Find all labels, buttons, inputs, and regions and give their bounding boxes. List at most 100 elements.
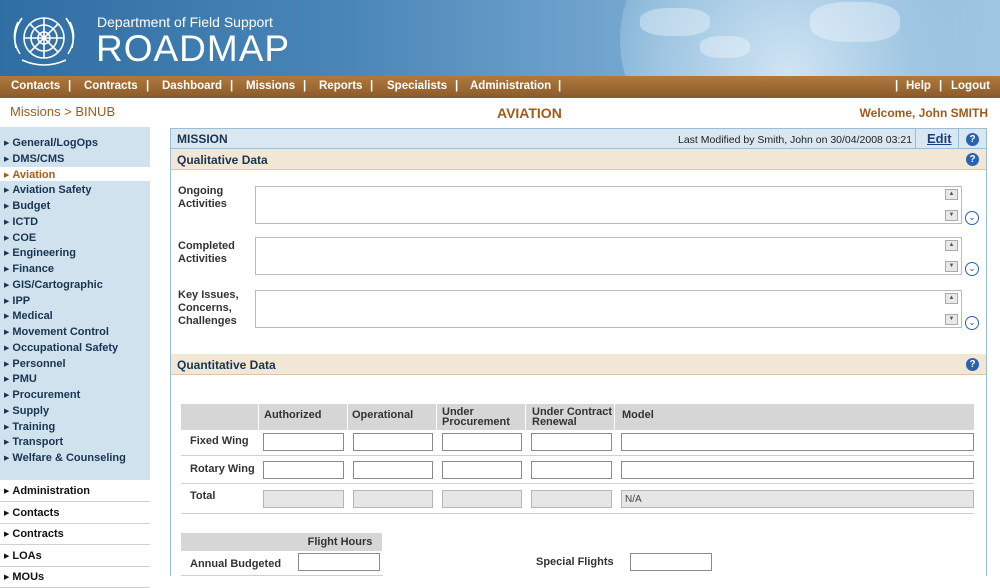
nav-help[interactable]: Help [906,80,931,92]
textarea-scrollbar[interactable]: ▲ ▼ [945,189,958,221]
total-operational-field [353,490,433,508]
row-label-total: Total [190,490,216,502]
sidebar-item-label: Aviation [12,168,56,181]
triangle-right-icon: ▶ [4,171,10,179]
sidebar-link-label: Contracts [12,528,64,540]
help-icon[interactable]: ? [966,133,979,146]
sidebar-item-welfare-counseling[interactable]: ▶ Welfare & Counseling [4,452,126,464]
sidebar-item-finance[interactable]: ▶ Finance [4,263,54,275]
row-label-rotary-wing: Rotary Wing [190,463,255,475]
nav-administration[interactable]: Administration [470,80,551,92]
mission-header: MISSION Last Modified by Smith, John on … [171,129,986,149]
ongoing-activities-label: Ongoing Activities [178,185,227,210]
flight-hours-header-blank [181,533,298,551]
expand-icon[interactable]: ⌄ [965,316,979,330]
row-label-fixed-wing: Fixed Wing [190,435,249,447]
sidebar-item-general-logops[interactable]: ▶ General/LogOps [4,137,98,149]
sidebar-divider [0,501,150,502]
sidebar-divider [0,522,150,524]
sidebar-divider [0,544,150,545]
sidebar-item-personnel[interactable]: ▶ Personnel [4,358,66,370]
mission-label: MISSION [177,132,228,146]
sidebar-item-label: Supply [12,404,50,417]
fixed-wing-authorized-input[interactable] [263,433,344,451]
sidebar-item-occupational-safety[interactable]: ▶ Occupational Safety [4,342,118,354]
map-shape [700,36,750,58]
completed-activities-field[interactable]: ▲ ▼ [255,237,962,275]
total-authorized-field [263,490,344,508]
sidebar-item-dms-cms[interactable]: ▶ DMS/CMS [4,153,64,165]
help-icon[interactable]: ? [966,153,979,166]
sidebar-item-movement-control[interactable]: ▶ Movement Control [4,326,109,338]
textarea-scrollbar[interactable]: ▲ ▼ [945,240,958,272]
breadcrumb[interactable]: Missions > BINUB [10,104,115,119]
sidebar-item-engineering[interactable]: ▶ Engineering [4,247,76,259]
sidebar-item-aviation[interactable]: ▶ Aviation [4,169,55,181]
triangle-right-icon: ▶ [4,155,10,163]
expand-icon[interactable]: ⌄ [965,211,979,225]
annual-budgeted-input[interactable] [298,553,380,571]
col-label-model: Model [622,409,654,421]
sidebar-item-supply[interactable]: ▶ Supply [4,405,49,417]
main-panel: MISSION Last Modified by Smith, John on … [170,128,987,576]
fixed-wing-renewal-input[interactable] [531,433,612,451]
sidebar-item-pmu[interactable]: ▶ PMU [4,373,37,385]
sidebar-item-training[interactable]: ▶ Training [4,421,55,433]
rotary-wing-authorized-input[interactable] [263,461,344,479]
sidebar-item-transport[interactable]: ▶ Transport [4,436,63,448]
triangle-right-icon: ▶ [4,574,10,581]
sidebar-item-label: IPP [12,294,31,307]
sidebar-item-label: COE [12,231,37,244]
un-emblem-icon [13,17,75,66]
sidebar-item-label: Training [12,420,56,433]
sidebar-item-budget[interactable]: ▶ Budget [4,200,50,212]
expand-icon[interactable]: ⌄ [965,262,979,276]
textarea-scrollbar[interactable]: ▲ ▼ [945,293,958,325]
nav-contracts[interactable]: Contracts [84,80,138,92]
rotary-wing-model-input[interactable] [621,461,974,479]
sidebar-item-ipp[interactable]: ▶ IPP [4,295,30,307]
sidebar-item-coe[interactable]: ▶ COE [4,232,36,244]
fixed-wing-model-input[interactable] [621,433,974,451]
triangle-right-icon: ▶ [4,552,10,560]
total-renewal-field [531,490,612,508]
sidebar-item-label: Personnel [12,357,66,370]
ongoing-activities-field[interactable]: ▲ ▼ [255,186,962,224]
triangle-right-icon: ▶ [4,218,10,226]
edit-link[interactable]: Edit [927,131,952,146]
help-icon[interactable]: ? [966,358,979,371]
rotary-wing-renewal-input[interactable] [531,461,612,479]
nav-logout[interactable]: Logout [951,80,990,92]
sidebar-link-administration[interactable]: ▶ Administration [4,485,90,497]
header-banner: Department of Field Support ROADMAP [0,0,1000,76]
nav-specialists[interactable]: Specialists [387,80,447,92]
nav-dashboard[interactable]: Dashboard [162,80,222,92]
sidebar-link-loas[interactable]: ▶ LOAs [4,550,42,562]
fixed-wing-operational-input[interactable] [353,433,433,451]
map-shape [640,8,710,36]
nav-separator: | [146,80,150,92]
col-label-operational: Operational [352,409,414,421]
sidebar-item-aviation-safety[interactable]: ▶ Aviation Safety [4,184,91,196]
triangle-right-icon: ▶ [4,329,10,336]
sidebar-item-gis-cartographic[interactable]: ▶ GIS/Cartographic [4,279,103,291]
rotary-wing-procurement-input[interactable] [442,461,522,479]
special-flights-input[interactable] [630,553,712,571]
sidebar-item-procurement[interactable]: ▶ Procurement [4,389,80,401]
sidebar-item-label: Welfare & Counseling [12,452,126,464]
sidebar-item-label: Engineering [12,247,76,260]
nav-reports[interactable]: Reports [319,80,362,92]
special-flights-label: Special Flights [536,556,614,568]
nav-separator: | [895,80,899,92]
sidebar-link-mous[interactable]: ▶ MOUs [4,571,44,583]
sidebar-link-contacts[interactable]: ▶ Contacts [4,507,59,519]
nav-missions[interactable]: Missions [246,80,295,92]
rotary-wing-operational-input[interactable] [353,461,433,479]
sidebar-item-ictd[interactable]: ▶ ICTD [4,216,38,228]
sidebar-item-medical[interactable]: ▶ Medical [4,310,53,322]
total-model-value: N/A [625,494,642,505]
sidebar-link-contracts[interactable]: ▶ Contracts [4,528,64,540]
fixed-wing-procurement-input[interactable] [442,433,522,451]
key-issues-field[interactable]: ▲ ▼ [255,290,962,328]
nav-contacts[interactable]: Contacts [11,80,60,92]
